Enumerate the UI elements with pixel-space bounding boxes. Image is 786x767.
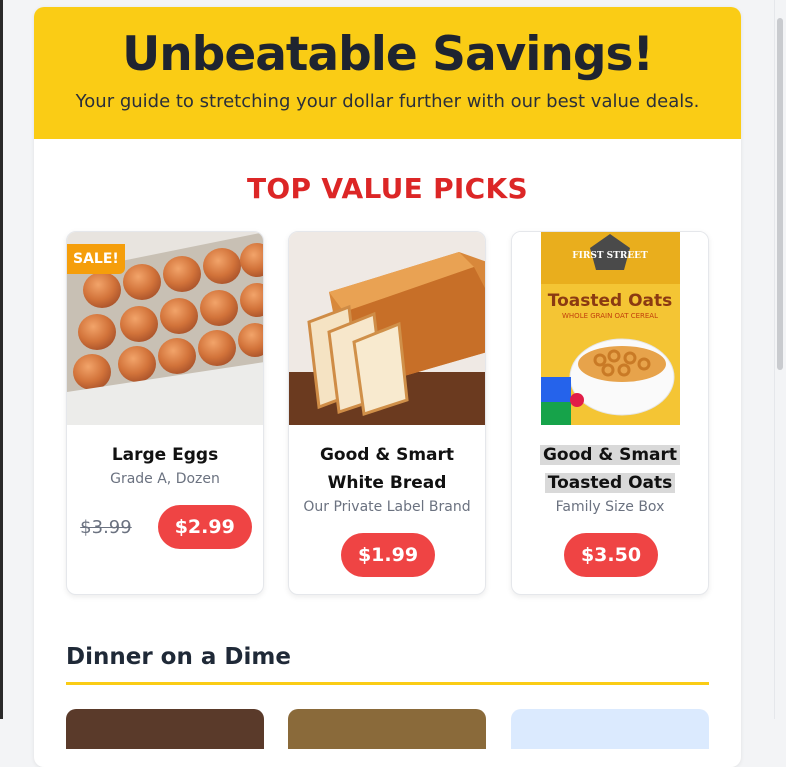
sale-badge: SALE! — [67, 244, 125, 274]
price-row: $3.99 $2.99 — [67, 505, 263, 549]
price-badge[interactable]: $3.50 — [563, 533, 659, 577]
dinner-card-3[interactable] — [511, 709, 709, 749]
bread-image — [289, 232, 485, 425]
product-card-eggs[interactable]: SALE! Large Eggs Grade A, Dozen $3.99 $2… — [66, 231, 264, 595]
savings-page: Unbeatable Savings! Your guide to stretc… — [34, 7, 741, 767]
top-picks-title: TOP VALUE PICKS — [247, 172, 528, 205]
price-row: $3.50 — [512, 533, 708, 577]
product-name-line1: Good & Smart — [319, 445, 455, 465]
scrollbar-thumb[interactable] — [777, 18, 783, 370]
product-description: Our Private Label Brand — [303, 499, 471, 515]
eggs-carton-image: SALE! — [67, 232, 263, 425]
product-name-line2: Toasted Oats — [544, 473, 676, 493]
product-name: Large Eggs — [111, 445, 219, 465]
price-badge[interactable]: $1.99 — [340, 533, 436, 577]
hero-title: Unbeatable Savings! — [122, 27, 654, 82]
price-row: $1.99 — [289, 533, 485, 577]
old-price: $3.99 — [80, 516, 132, 538]
hero-banner: Unbeatable Savings! Your guide to stretc… — [34, 7, 741, 139]
section-divider — [66, 682, 709, 685]
product-description: Grade A, Dozen — [110, 471, 220, 487]
dinner-card-1[interactable] — [66, 709, 264, 749]
cereal-box-image: FIRST STREET Toasted Oats WHOLE GRAIN OA… — [512, 232, 708, 425]
dinner-card-2[interactable] — [288, 709, 486, 749]
window-left-edge — [0, 0, 3, 719]
hero-subtitle: Your guide to stretching your dollar fur… — [75, 91, 700, 112]
product-name-line2: White Bread — [327, 473, 447, 493]
cereal-title-text: Toasted Oats — [548, 291, 673, 311]
product-name: Good & Smart White Bread — [289, 441, 485, 497]
dinner-section-title: Dinner on a Dime — [66, 644, 291, 670]
product-name: Good & Smart Toasted Oats — [512, 441, 708, 497]
product-card-bread[interactable]: Good & Smart White Bread Our Private Lab… — [288, 231, 486, 595]
product-name-line1: Good & Smart — [539, 445, 681, 465]
product-card-oats[interactable]: FIRST STREET Toasted Oats WHOLE GRAIN OA… — [511, 231, 709, 595]
product-description: Family Size Box — [555, 499, 665, 515]
cereal-brand-text: FIRST STREET — [572, 251, 648, 261]
price-badge[interactable]: $2.99 — [157, 505, 252, 549]
cereal-subtitle-text: WHOLE GRAIN OAT CEREAL — [562, 312, 658, 320]
